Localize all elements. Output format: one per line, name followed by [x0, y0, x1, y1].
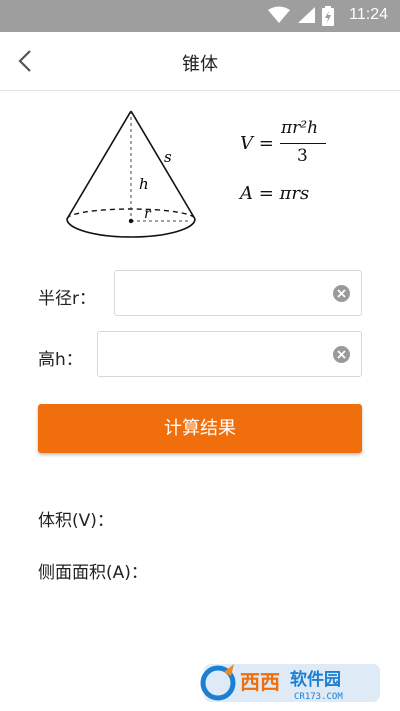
battery-charging-icon [322, 6, 334, 26]
radius-field[interactable] [114, 270, 362, 316]
area-result-label: 侧面面积(A)： [38, 563, 148, 583]
calculate-button[interactable]: 计算结果 [38, 404, 362, 453]
clear-icon [337, 350, 346, 359]
volume-lhs: V = [240, 133, 274, 154]
radius-label-text: 半径r： [38, 289, 96, 309]
radius-label: r [144, 206, 152, 222]
height-field[interactable] [97, 331, 362, 377]
radius-input[interactable] [115, 271, 332, 315]
app-bar: 锥体 [0, 32, 400, 91]
svg-text:西西: 西西 [240, 670, 280, 694]
area-formula: A = πrs [240, 183, 310, 204]
clock: 11:24 [349, 6, 388, 23]
clear-icon [337, 289, 346, 298]
height-label: h [139, 175, 149, 193]
height-label-text: 高h： [38, 350, 83, 370]
volume-numerator: πr²h [281, 118, 319, 138]
page-title: 锥体 [182, 54, 218, 75]
signal-icon [298, 7, 315, 23]
volume-result-label: 体积(V)： [38, 511, 114, 531]
svg-text:软件园: 软件园 [290, 669, 341, 690]
site-watermark-logo: 西西 软件园 CR173.COM [200, 664, 380, 702]
slant-label: s [164, 148, 172, 166]
radius-clear-button[interactable] [333, 285, 350, 302]
height-clear-button[interactable] [333, 346, 350, 363]
wifi-icon [268, 6, 290, 23]
volume-denominator: 3 [297, 146, 308, 166]
height-input[interactable] [98, 332, 329, 376]
status-bar: 11:24 [0, 0, 400, 32]
svg-text:CR173.COM: CR173.COM [294, 692, 343, 702]
fraction-bar [280, 143, 326, 144]
